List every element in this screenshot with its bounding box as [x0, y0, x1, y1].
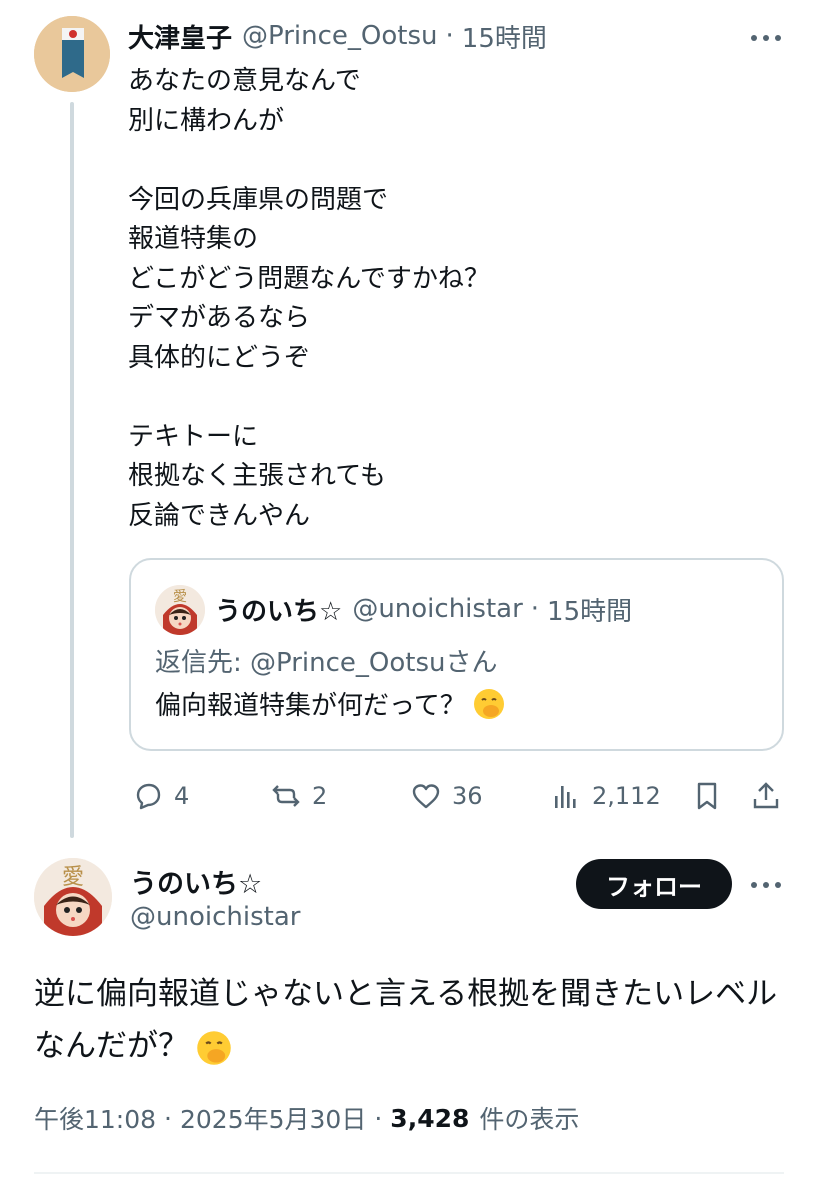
reply-button[interactable]: 4 — [132, 776, 189, 816]
doll-avatar-icon: 愛 — [155, 585, 205, 635]
like-count: 36 — [452, 782, 483, 810]
tweet-line: 別に構わんが — [128, 105, 285, 136]
doll-avatar-icon: 愛 — [34, 858, 112, 936]
tweet-action-bar: 4 2 36 2,112 — [0, 776, 818, 816]
author-handle[interactable]: @unoichistar — [130, 902, 300, 932]
follow-button[interactable]: フォロー — [576, 859, 732, 909]
quoted-tweet-text: 偏向報道特集が何だって？ — [155, 685, 506, 722]
quoted-tweet-time: 15時間 — [547, 596, 633, 627]
svg-text:愛: 愛 — [62, 865, 84, 890]
author-avatar[interactable]: 愛 — [34, 858, 112, 936]
views-button[interactable]: 2,112 — [550, 776, 661, 816]
separator-dot: · — [445, 21, 454, 51]
bookmark-button[interactable] — [691, 776, 723, 816]
tweet-date[interactable]: 2025年5月30日 — [180, 1100, 366, 1136]
quoted-tweet-text-content: 偏向報道特集が何だって？ — [155, 691, 466, 721]
tweet-line: 今回の兵庫県の問題で — [128, 184, 389, 215]
view-count: 2,112 — [592, 782, 661, 810]
like-button[interactable]: 36 — [410, 776, 483, 816]
repost-icon — [272, 785, 300, 807]
quoted-reply-to: 返信先: @Prince_Ootsuさん — [155, 648, 498, 678]
author-handle[interactable]: @Prince_Ootsu — [242, 21, 438, 51]
separator-dot: · — [374, 1103, 383, 1133]
tweet-line: 反論できんやん — [128, 500, 311, 531]
views-count: 3,428 — [390, 1103, 470, 1133]
tweet-line: 報道特集の — [128, 224, 259, 254]
hand-over-mouth-emoji-icon — [197, 1030, 231, 1065]
separator-dot: · — [164, 1103, 172, 1133]
author-name[interactable]: うのいち☆ — [130, 862, 262, 901]
repost-count: 2 — [312, 782, 328, 810]
quoted-author-handle: @unoichistar — [352, 594, 523, 624]
tweet-time[interactable]: 午後11:08 — [34, 1100, 156, 1136]
share-button[interactable] — [750, 776, 782, 816]
tweet-header: 大津皇子 @Prince_Ootsu · 15時間 — [128, 18, 547, 54]
quoted-tweet-header: うのいち☆ @unoichistar · 15時間 — [215, 590, 632, 628]
banner-flag-icon — [34, 16, 110, 92]
tweet-line: デマがあるなら — [128, 303, 311, 333]
tweet-line: どこがどう問題なんですかね？ — [128, 263, 490, 294]
heart-icon — [412, 784, 440, 809]
hand-over-mouth-emoji-icon — [473, 688, 504, 719]
bookmark-icon — [697, 782, 717, 810]
share-icon — [753, 782, 779, 809]
svg-text:愛: 愛 — [173, 589, 187, 605]
tweet-text: 逆に偏向報道じゃないと言える根拠を聞きたいレベルなんだが？ — [34, 976, 778, 1064]
author-avatar[interactable] — [34, 16, 110, 92]
repost-button[interactable]: 2 — [270, 776, 327, 816]
thread-connector-line — [70, 102, 74, 838]
tweet-line: テキトーに — [128, 421, 259, 452]
separator-dot: · — [530, 594, 540, 624]
more-options-icon[interactable] — [751, 880, 781, 890]
tweet-line: あなたの意見なんで — [128, 66, 361, 96]
quoted-author-avatar: 愛 — [155, 585, 205, 635]
quoted-tweet[interactable]: 愛 うのいち☆ @unoichistar · 15時間 返信先: @Prince… — [129, 558, 784, 751]
views-label: 件の表示 — [479, 1105, 580, 1134]
tweet-body: あなたの意見なんで 別に構わんが 今回の兵庫県の問題で 報道特集の どこがどう問… — [128, 62, 490, 536]
tweet-line: 具体的にどうぞ — [128, 342, 311, 373]
quoted-author-name: うのいち☆ — [215, 596, 343, 627]
more-options-icon[interactable] — [751, 33, 781, 43]
tweet-line: 根拠なく主張されても — [128, 461, 386, 491]
tweet-metadata: 午後11:08 · 2025年5月30日 · 3,428 件の表示 — [34, 1098, 579, 1138]
reply-count: 4 — [174, 782, 190, 810]
tweet-body: 逆に偏向報道じゃないと言える根拠を聞きたいレベルなんだが？ — [34, 968, 784, 1072]
reply-icon — [136, 783, 161, 810]
tweet-time[interactable]: 15時間 — [462, 18, 547, 55]
analytics-icon — [555, 786, 576, 808]
divider — [34, 1172, 784, 1174]
author-name[interactable]: 大津皇子 — [128, 18, 232, 55]
